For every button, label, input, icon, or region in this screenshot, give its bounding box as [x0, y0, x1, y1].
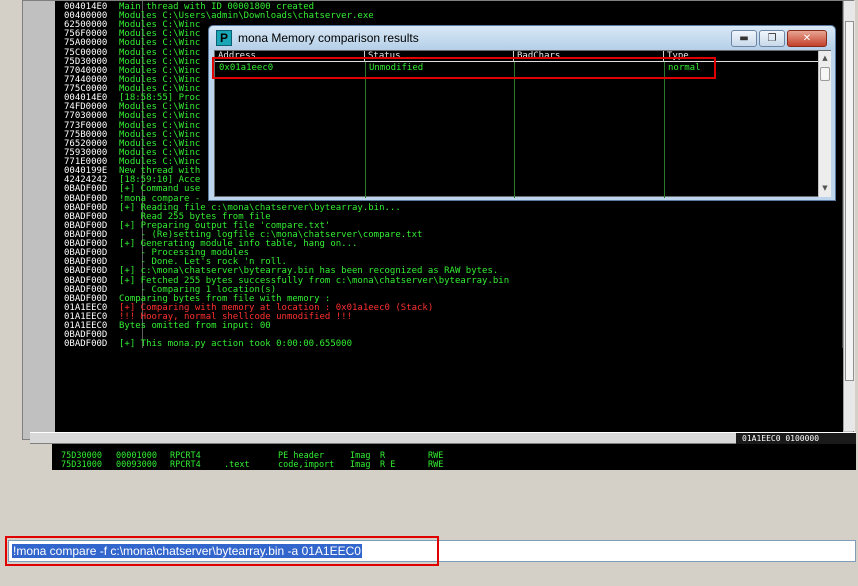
memory-map-cell-contains: code,import [278, 460, 335, 470]
memory-map-cell-name: RPCRT4 [170, 460, 201, 470]
memory-map-cell-section: .text [224, 460, 250, 470]
memory-map-cell-base: 75D30000 [61, 451, 102, 461]
memory-map-cell-access: R [380, 451, 386, 461]
close-icon: ✕ [802, 33, 812, 44]
close-button[interactable]: ✕ [787, 30, 827, 47]
log-pane-empty-area[interactable] [55, 348, 843, 433]
command-bar: !mona compare -f c:\mona\chatserver\byte… [0, 470, 858, 586]
column-divider [664, 62, 665, 198]
result-row-highlight-outline [212, 57, 716, 79]
scroll-down-icon[interactable]: ▼ [820, 183, 830, 193]
log-scrollbar-thumb[interactable] [845, 21, 854, 381]
memory-map-cell-initial: RWE [428, 451, 444, 461]
scroll-up-icon[interactable]: ▲ [820, 53, 830, 63]
maximize-icon: ❐ [767, 33, 777, 44]
immunity-debugger-window: 004014E0 Main thread with ID 00001800 cre… [0, 0, 858, 586]
mona-results-dialog: P mona Memory comparison results ▬ ❐ ✕ A… [208, 25, 836, 201]
python-app-icon: P [216, 30, 232, 46]
mona-dialog-title: mona Memory comparison results [238, 31, 419, 45]
memory-map-cell-initial: RWE [428, 460, 444, 470]
memory-map-row[interactable]: 75D30000 00001000 RPCRT4 PE header Imag R RWE [52, 451, 856, 461]
memory-map-cell-size: 00001000 [116, 451, 157, 461]
command-highlight-outline [5, 536, 439, 566]
maximize-button[interactable]: ❐ [759, 30, 785, 47]
column-divider [514, 62, 515, 198]
memory-map-row[interactable]: 75D31000 00093000 RPCRT4 .text code,import Im… [52, 460, 856, 470]
memory-map-cell-type: Imag [350, 451, 371, 461]
memory-map-cell-base: 75D31000 [61, 460, 102, 470]
minimize-icon: ▬ [739, 33, 749, 44]
memory-map-cell-contains: PE header [278, 451, 325, 461]
memory-map-cell-name: RPCRT4 [170, 451, 201, 461]
pane-splitter[interactable]: 01A1EEC0 0100000 [30, 432, 856, 445]
log-scrollbar[interactable] [843, 1, 855, 431]
memory-map-cell-access: R E [380, 460, 396, 470]
results-scrollbar[interactable]: ▲ ▼ [818, 51, 831, 197]
memory-map-cell-size: 00093000 [116, 460, 157, 470]
log-line-address: 0BADF00D [64, 339, 108, 348]
log-line-message: [+] This mona.py action took 0:00:00.655… [119, 339, 352, 348]
results-scrollbar-thumb[interactable] [820, 67, 830, 81]
log-line-message: Bytes omitted from input: 00 [119, 321, 271, 332]
mona-dialog-titlebar[interactable]: P mona Memory comparison results ▬ ❐ ✕ [209, 26, 835, 50]
memory-map-cell-type: Imag [350, 460, 371, 470]
memory-map-pane[interactable]: 75D30000 00001000 RPCRT4 PE header Imag R RWE 7… [52, 444, 856, 470]
minimize-button[interactable]: ▬ [731, 30, 757, 47]
column-divider [365, 62, 366, 198]
